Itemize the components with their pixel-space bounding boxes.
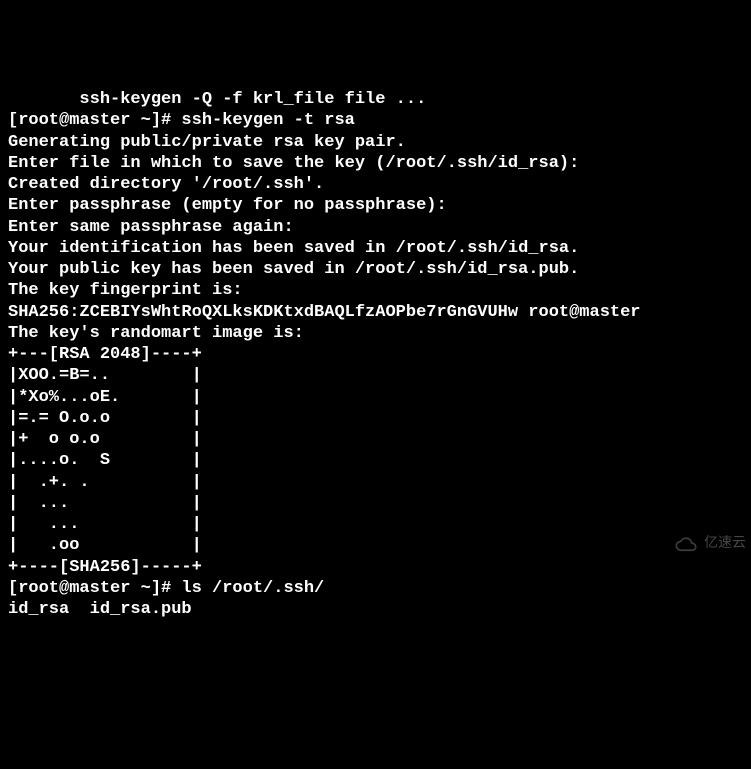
terminal-line: The key's randomart image is: [8, 323, 743, 344]
terminal-line: |XOO.=B=.. | [8, 365, 743, 386]
terminal-line: Generating public/private rsa key pair. [8, 132, 743, 153]
terminal-line: The key fingerprint is: [8, 280, 743, 301]
terminal-line: Enter file in which to save the key (/ro… [8, 153, 743, 174]
terminal-line: Your identification has been saved in /r… [8, 238, 743, 259]
terminal-line: |....o. S | [8, 450, 743, 471]
watermark-text: 亿速云 [704, 536, 746, 554]
terminal-line: SHA256:ZCEBIYsWhtRoQXLksKDKtxdBAQLfzAOPb… [8, 302, 743, 323]
terminal-line: | ... | [8, 514, 743, 535]
watermark: 亿速云 [672, 536, 746, 554]
terminal-line: |=.= O.o.o | [8, 408, 743, 429]
terminal-line: ssh-keygen -Q -f krl_file file ... [8, 89, 743, 110]
terminal-output[interactable]: ssh-keygen -Q -f krl_file file ...[root@… [8, 89, 743, 620]
terminal-line: +----[SHA256]-----+ [8, 557, 743, 578]
terminal-line: +---[RSA 2048]----+ [8, 344, 743, 365]
terminal-line: | .+. . | [8, 472, 743, 493]
terminal-line: |+ o o.o | [8, 429, 743, 450]
terminal-line: [root@master ~]# ssh-keygen -t rsa [8, 110, 743, 131]
terminal-line: |*Xo%...oE. | [8, 387, 743, 408]
terminal-line: Your public key has been saved in /root/… [8, 259, 743, 280]
terminal-line: Enter passphrase (empty for no passphras… [8, 195, 743, 216]
terminal-line: Created directory '/root/.ssh'. [8, 174, 743, 195]
cloud-icon [672, 536, 700, 554]
terminal-line: | .oo | [8, 535, 743, 556]
terminal-line: Enter same passphrase again: [8, 217, 743, 238]
terminal-line: id_rsa id_rsa.pub [8, 599, 743, 620]
terminal-line: | ... | [8, 493, 743, 514]
terminal-line: [root@master ~]# ls /root/.ssh/ [8, 578, 743, 599]
